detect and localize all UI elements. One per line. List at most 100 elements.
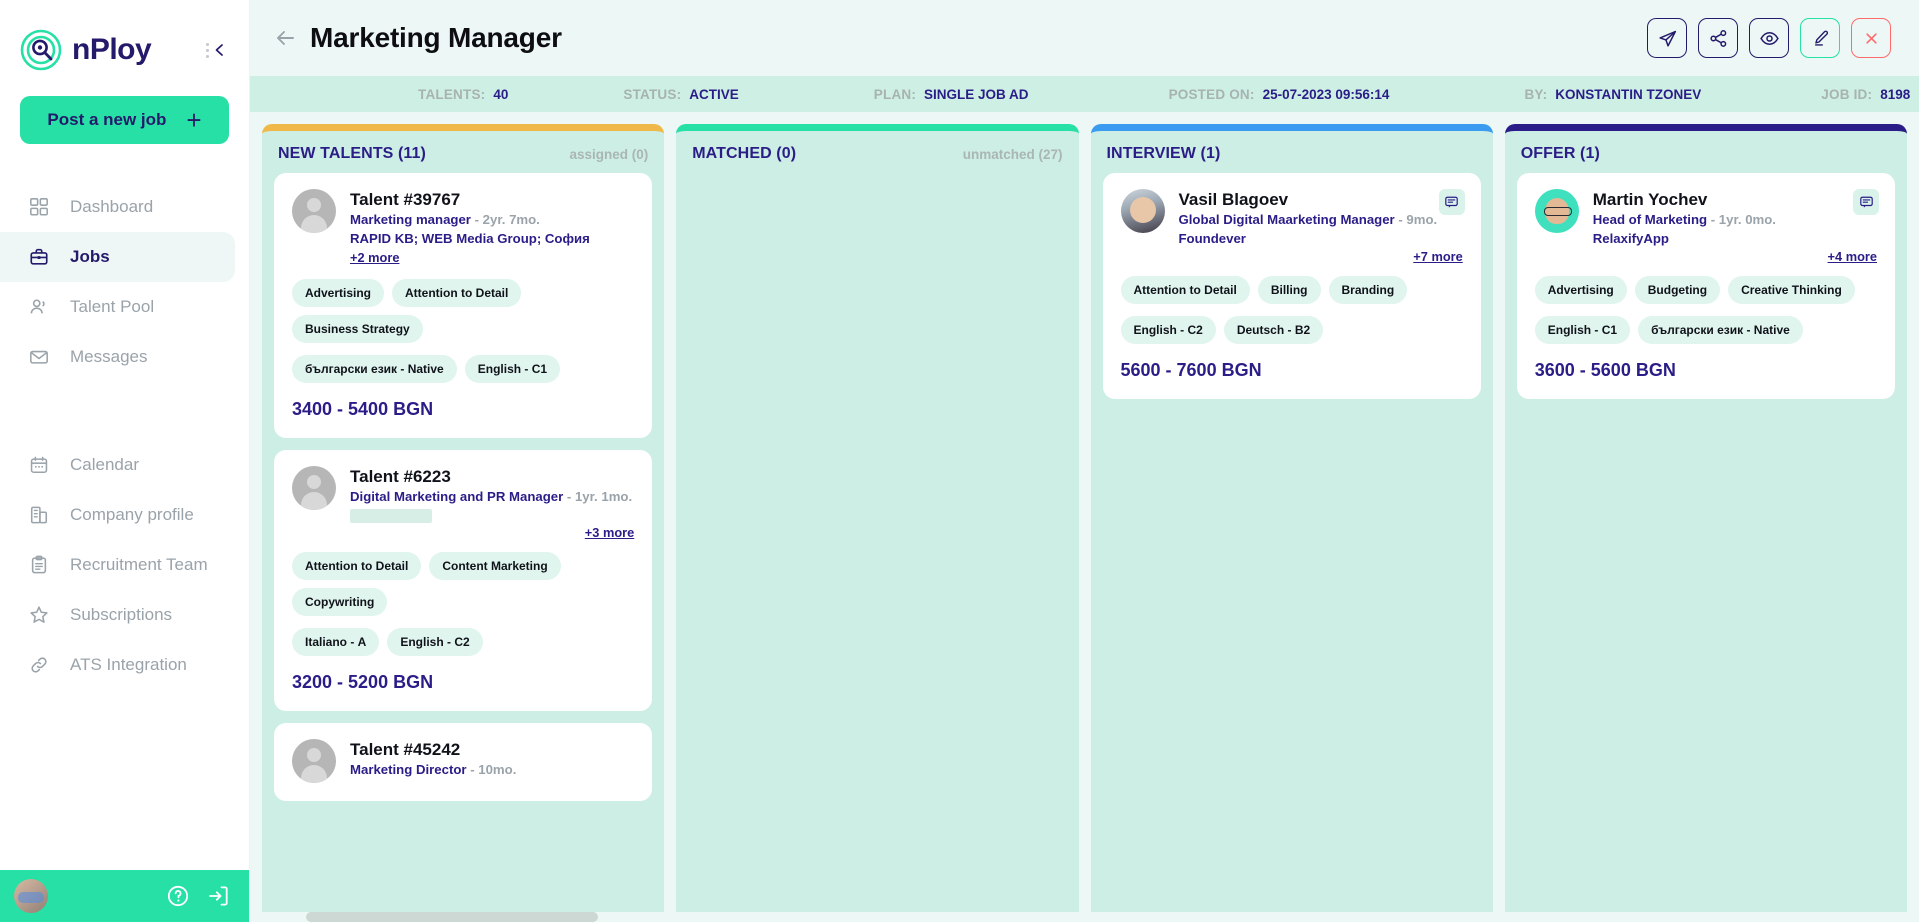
skill-tag-row: Attention to Detail Billing Branding (1120, 275, 1463, 304)
sidebar-item-talent-pool[interactable]: Talent Pool (0, 282, 249, 332)
card-duration: - 9mo. (1398, 212, 1438, 228)
column-subcount[interactable]: unmatched (27) (963, 147, 1063, 162)
more-link[interactable]: +4 more (1593, 249, 1877, 264)
meta-value: 8198 (1880, 86, 1911, 102)
share-button[interactable] (1698, 18, 1738, 58)
skill-tag: Branding (1328, 275, 1408, 304)
skill-tag-row: Attention to Detail Content Marketing Copy… (292, 552, 634, 617)
talent-card[interactable]: Martin Yochev Head of Marketing - 1yr. 0m… (1516, 173, 1895, 399)
card-info: Martin Yochev Head of Marketing - 1yr. 0m… (1593, 189, 1877, 264)
card-role-title: Head of Marketing (1592, 212, 1708, 228)
skill-tag-row: Advertising Budgeting Creative Thinking (1534, 275, 1877, 304)
sidebar-item-company-profile[interactable]: Company profile (0, 490, 249, 540)
column-title: OFFER (1) (1520, 145, 1600, 162)
preview-button[interactable] (1749, 18, 1789, 58)
salary-range: 3200 - 5200 BGN (292, 672, 434, 693)
eye-icon (1759, 31, 1779, 45)
card-duration: - 1yr. 0mo. (1710, 212, 1776, 228)
card-name: Vasil Blagoev (1178, 190, 1289, 209)
skill-tag: Advertising (1534, 275, 1627, 304)
brand-name: nPloy (72, 33, 152, 66)
card-role: Marketing Director - 10mo. (350, 760, 634, 779)
avatar[interactable] (14, 879, 48, 913)
language-tag: Italiano - A (292, 628, 380, 657)
column-card-list (676, 173, 1078, 922)
language-tag: български език - Native (292, 354, 457, 383)
brand-row: nPloy (0, 0, 249, 78)
column-header: INTERVIEW (1) (1091, 131, 1493, 173)
card-header: Talent #6223 Digital Marketing and PR Man… (292, 465, 634, 540)
card-info: Talent #39767 Marketing manager - 2yr. 7m… (350, 189, 634, 267)
avatar (292, 465, 336, 510)
send-button[interactable] (1647, 18, 1687, 58)
building-icon (28, 504, 50, 526)
card-role: Global Digital Maarketing Manager - 9mo. (1179, 210, 1463, 229)
card-role: Head of Marketing - 1yr. 0mo. (1593, 210, 1877, 229)
meta-status: STATUS: ACTIVE (623, 87, 738, 102)
sidebar-item-messages[interactable]: Messages (0, 332, 249, 382)
skill-tag: Copywriting (292, 588, 388, 617)
main-area: Marketing Manager TALENTS: 40 STATUS: AC… (250, 0, 1919, 922)
meta-by: BY: KONSTANTIN TZONEV (1524, 87, 1701, 102)
more-link[interactable]: +2 more (350, 250, 399, 265)
sidebar-item-subscriptions[interactable]: Subscriptions (0, 590, 249, 640)
sidebar-item-recruitment-team[interactable]: Recruitment Team (0, 540, 249, 590)
column-title: MATCHED (0) (692, 145, 797, 162)
column-header: NEW TALENTS (11) assigned (0) (262, 131, 664, 173)
skill-tag-row: Advertising Attention to Detail Business S… (292, 278, 634, 343)
card-header: Talent #39767 Marketing manager - 2yr. 7m… (292, 189, 634, 267)
edit-button[interactable] (1800, 18, 1840, 58)
card-name: Talent #6223 (350, 466, 451, 486)
message-icon[interactable] (1853, 189, 1879, 215)
language-tag-row: Italiano - A English - C2 (292, 628, 634, 657)
talent-card[interactable]: Talent #45242 Marketing Director - 10mo. (274, 723, 653, 802)
app-root: nPloy Post a new job + Dashboard Jobs Ta… (0, 0, 1919, 922)
star-icon (28, 604, 50, 626)
skill-tag: Attention to Detail (392, 278, 522, 307)
talent-card[interactable]: Talent #6223 Digital Marketing and PR Man… (274, 449, 653, 712)
post-job-label: Post a new job (47, 110, 167, 129)
skill-tag: Attention to Detail (292, 552, 422, 581)
talent-card[interactable]: Talent #39767 Marketing manager - 2yr. 7m… (274, 173, 653, 438)
meta-talents: TALENTS: 40 (418, 87, 508, 102)
sidebar-label-messages: Messages (70, 347, 148, 366)
message-icon[interactable] (1438, 189, 1465, 215)
collapse-chevron-icon[interactable] (202, 38, 231, 62)
sidebar-label-subscriptions: Subscriptions (70, 605, 173, 624)
sidebar-item-ats-integration[interactable]: ATS Integration (0, 640, 249, 690)
drag-dots-icon (206, 42, 209, 58)
sidebar-item-jobs[interactable]: Jobs (0, 232, 235, 282)
salary-range: 3400 - 5400 BGN (292, 398, 434, 419)
card-header: Martin Yochev Head of Marketing - 1yr. 0m… (1534, 189, 1877, 264)
footer-icons (165, 883, 231, 909)
card-role: Marketing manager - 2yr. 7mo. (350, 210, 634, 229)
sidebar-item-calendar[interactable]: Calendar (0, 440, 249, 490)
card-company: RelaxifyApp (1592, 231, 1669, 247)
skill-tag: Billing (1257, 275, 1321, 304)
sidebar-nav: Dashboard Jobs Talent Pool Messages Cale… (0, 182, 249, 690)
sidebar-label-calendar: Calendar (70, 455, 139, 474)
question-circle-icon[interactable] (165, 883, 191, 909)
logout-arrow-icon[interactable] (205, 883, 231, 909)
post-a-new-job-button[interactable]: Post a new job + (20, 96, 229, 144)
close-button[interactable] (1851, 18, 1891, 58)
talent-card[interactable]: Vasil Blagoev Global Digital Maarketing M… (1102, 173, 1481, 399)
card-name: Talent #45242 (350, 740, 461, 760)
skill-tag: Advertising (292, 278, 385, 307)
skill-tag: Business Strategy (292, 314, 423, 343)
nploy-target-logo-icon (20, 29, 62, 71)
back-arrow-icon[interactable] (272, 25, 298, 51)
more-link[interactable]: +3 more (350, 525, 634, 540)
language-tag-row: English - C1 български език - Native (1534, 315, 1877, 344)
meta-label: STATUS: (623, 86, 682, 102)
column-subcount[interactable]: assigned (0) (569, 147, 648, 162)
meta-value: SINGLE JOB AD (924, 86, 1029, 102)
language-tag: български език - Native (1638, 315, 1803, 344)
horizontal-scrollbar[interactable] (250, 912, 1919, 922)
more-link[interactable]: +7 more (1179, 249, 1462, 264)
sidebar-item-dashboard[interactable]: Dashboard (0, 182, 249, 232)
card-duration: - 10mo. (470, 762, 517, 778)
card-name: Martin Yochev (1592, 190, 1708, 209)
calendar-icon (28, 454, 50, 476)
column-card-list: Talent #39767 Marketing manager - 2yr. 7m… (262, 173, 664, 922)
